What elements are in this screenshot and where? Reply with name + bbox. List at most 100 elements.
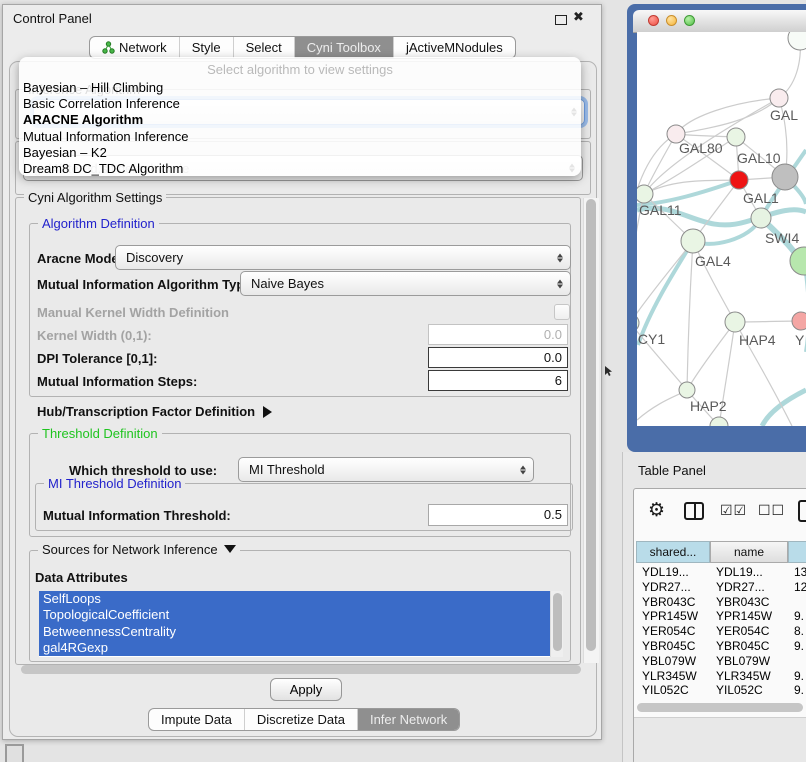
aracne-mode-value: Discovery — [126, 250, 183, 265]
algorithm-dropdown-item[interactable]: Mutual Information Inference — [19, 129, 581, 145]
settings-horizontal-scrollbar[interactable] — [21, 665, 581, 674]
panel-icon[interactable] — [798, 500, 806, 522]
table-cell[interactable]: 9. — [794, 639, 806, 654]
float-panel-icon[interactable] — [555, 15, 567, 25]
data-attribute-item[interactable]: TopologicalCoefficient — [39, 607, 555, 623]
data-attribute-item[interactable]: gal4RGexp — [39, 640, 555, 656]
node-gal10[interactable] — [727, 128, 745, 146]
aracne-mode-combo[interactable]: Discovery — [115, 245, 571, 270]
table-cell[interactable]: YBL079W — [642, 654, 716, 669]
table-column-header[interactable]: name — [710, 541, 788, 563]
data-attribute-item[interactable]: SelfLoops — [39, 591, 555, 607]
node-gray[interactable] — [772, 164, 798, 190]
data-attribute-item[interactable]: BetweennessCentrality — [39, 624, 555, 640]
table-cell[interactable]: YLR345W — [642, 669, 716, 684]
tab-label: Network — [119, 40, 167, 55]
attribute-list-scrollbar[interactable] — [550, 591, 563, 657]
dpi-tolerance-field[interactable]: 0.0 — [428, 347, 568, 368]
minimize-traffic-light-icon[interactable] — [666, 15, 677, 26]
mi-threshold-field[interactable]: 0.5 — [428, 504, 568, 526]
aracne-mode-label: Aracne Mode: — [37, 251, 123, 266]
table-column-header[interactable] — [788, 541, 806, 563]
apply-button[interactable]: Apply — [270, 678, 342, 701]
tab-infer-network[interactable]: Infer Network — [357, 709, 459, 730]
table-cell[interactable]: YBR043C — [642, 595, 716, 610]
node-hap4-label: HAP4 — [739, 332, 776, 348]
restore-panel-icon[interactable] — [5, 744, 24, 762]
table-cell[interactable]: YPR145W — [642, 609, 716, 624]
unchecked-checkboxes-icon[interactable]: ☐☐ — [758, 502, 785, 519]
table-column-header[interactable]: shared... — [636, 541, 710, 563]
table-cell[interactable]: YBR043C — [716, 595, 794, 610]
table-cell[interactable]: YDR27... — [642, 580, 716, 595]
table-cell[interactable]: YIL052C — [642, 683, 716, 698]
columns-icon[interactable] — [684, 502, 704, 520]
sources-group-title[interactable]: Sources for Network Inference — [38, 543, 240, 557]
which-threshold-combo[interactable]: MI Threshold — [238, 457, 534, 482]
network-canvas[interactable]: GALGAL80GAL10GAL1GAL11SWI4GAL4GCY1HAP4YH… — [637, 32, 806, 426]
tab-style[interactable]: Style — [179, 37, 233, 58]
tab-discretize-data[interactable]: Discretize Data — [244, 709, 357, 730]
network-window-titlebar[interactable] — [633, 10, 806, 33]
kernel-width-field[interactable]: 0.0 — [428, 324, 568, 345]
tab-jactivemnodules[interactable]: jActiveMNodules — [393, 37, 515, 58]
table-cell[interactable]: YER054C — [716, 624, 794, 639]
table-cell[interactable]: YBR045C — [642, 639, 716, 654]
table-cell[interactable]: 9. — [794, 609, 806, 624]
node-gcy1[interactable] — [637, 314, 639, 332]
close-traffic-light-icon[interactable] — [648, 15, 659, 26]
tab-impute-data[interactable]: Impute Data — [149, 709, 244, 730]
tab-network[interactable]: Network — [90, 37, 179, 58]
cyni-algorithm-settings-title: Cyni Algorithm Settings — [24, 191, 166, 205]
mi-steps-label: Mutual Information Steps: — [37, 374, 197, 389]
table-panel: Table Panel ⚙ ☑☑ ☐☐ shared...name YDL19.… — [622, 452, 806, 762]
table-cell[interactable]: YLR345W — [716, 669, 794, 684]
hub-definition-toggle[interactable]: Hub/Transcription Factor Definition — [37, 404, 272, 419]
node-top[interactable] — [788, 32, 806, 50]
table-cell[interactable]: 9. — [794, 683, 806, 698]
gear-icon[interactable]: ⚙ — [648, 499, 665, 522]
manual-kernel-checkbox[interactable] — [554, 304, 570, 320]
close-icon[interactable]: ✖ — [573, 9, 584, 25]
node-swi4-label: SWI4 — [765, 230, 799, 246]
table-cell[interactable]: 8. — [794, 624, 806, 639]
table-cell[interactable]: YDL19... — [716, 565, 794, 580]
node-hap4[interactable] — [725, 312, 745, 332]
algorithm-dropdown-item[interactable]: Basic Correlation Inference — [19, 96, 581, 112]
node-gal1[interactable] — [730, 171, 748, 189]
mouse-cursor — [604, 366, 614, 377]
zoom-traffic-light-icon[interactable] — [684, 15, 695, 26]
algorithm-dropdown-item[interactable]: Bayesian – Hill Climbing — [19, 80, 581, 96]
mi-steps-field[interactable]: 6 — [428, 370, 568, 391]
table-cell[interactable]: 12 — [794, 580, 806, 595]
table-cell[interactable]: YBR045C — [716, 639, 794, 654]
node-hap2[interactable] — [679, 382, 695, 398]
node-swi4[interactable] — [751, 208, 771, 228]
algorithm-dropdown-item[interactable]: Dream8 DC_TDC Algorithm — [19, 161, 581, 177]
mi-type-combo[interactable]: Naive Bayes — [240, 271, 571, 296]
algorithm-dropdown: Select algorithm to view settings Bayesi… — [19, 57, 581, 176]
table-cell[interactable]: 13 — [794, 565, 806, 580]
settings-vertical-scrollbar[interactable] — [583, 198, 599, 663]
table-cell[interactable]: YIL052C — [716, 683, 794, 698]
tab-cyni-toolbox[interactable]: Cyni Toolbox — [294, 37, 393, 58]
node-gal11[interactable] — [637, 185, 653, 203]
table-cell[interactable]: YDR27... — [716, 580, 794, 595]
node-salmon[interactable] — [792, 312, 806, 330]
combo-arrows-icon — [557, 253, 563, 262]
table-cell[interactable]: 9. — [794, 669, 806, 684]
node-gal-cut[interactable] — [770, 89, 788, 107]
data-attributes-list[interactable]: SelfLoopsTopologicalCoefficientBetweenne… — [39, 591, 563, 657]
combo-arrows-icon — [520, 465, 526, 474]
tab-select[interactable]: Select — [233, 37, 294, 58]
table-cell[interactable]: YDL19... — [642, 565, 716, 580]
table-horizontal-scrollbar[interactable] — [637, 703, 803, 712]
algorithm-dropdown-item[interactable]: Bayesian – K2 — [19, 145, 581, 161]
table-cell[interactable]: YPR145W — [716, 609, 794, 624]
table-cell[interactable]: YBL079W — [716, 654, 794, 669]
node-gal4[interactable] — [681, 229, 705, 253]
checked-checkboxes-icon[interactable]: ☑☑ — [720, 502, 747, 519]
table-cell[interactable]: YER054C — [642, 624, 716, 639]
control-panel-tabs: Network StyleSelectCyni ToolboxjActiveMNo… — [89, 36, 516, 59]
algorithm-dropdown-item[interactable]: ARACNE Algorithm — [19, 112, 581, 128]
